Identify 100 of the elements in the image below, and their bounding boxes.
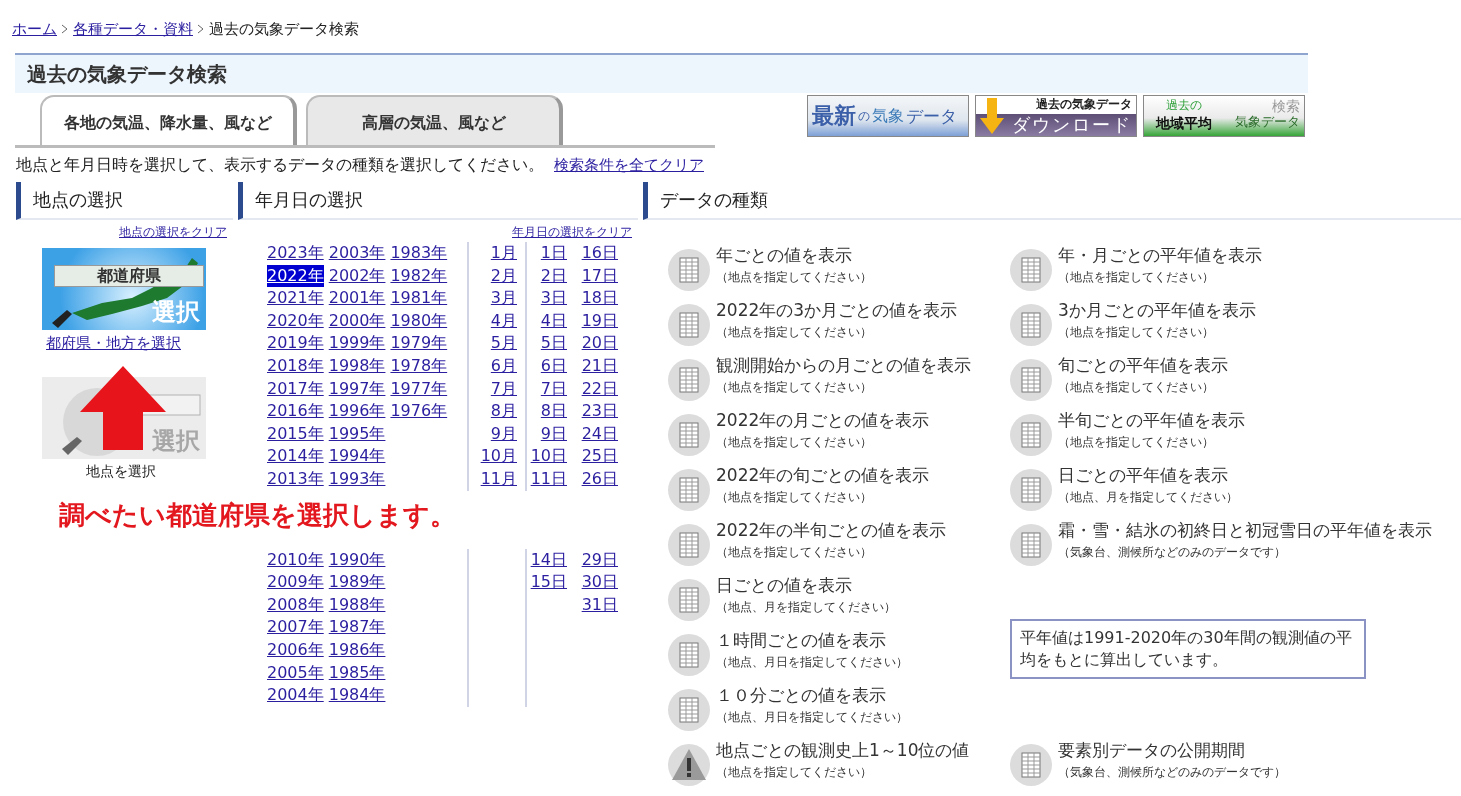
day-link[interactable]: 23日 (581, 400, 618, 423)
year-link[interactable]: 2013年 (267, 467, 324, 491)
year-link[interactable]: 2014年 (267, 445, 324, 468)
day-link[interactable]: 7日 (540, 377, 567, 401)
year-link[interactable]: 1994年 (328, 445, 386, 468)
year-link[interactable]: 1983年 (390, 242, 448, 265)
clear-all-link[interactable]: 検索条件を全てクリア (554, 155, 704, 175)
day-link[interactable]: 11日 (530, 467, 567, 491)
year-link[interactable]: 2015年 (267, 422, 324, 446)
year-link[interactable]: 2021年 (267, 287, 324, 310)
data-type-link[interactable]: 3か月ごとの平年値を表示 (1058, 299, 1256, 321)
year-link[interactable]: 1999年 (328, 332, 386, 355)
year-link[interactable]: 2020年 (267, 309, 324, 333)
year-link[interactable]: 2022年 (267, 264, 324, 288)
data-type-link[interactable]: 霜・雪・結氷の初終日と初冠雪日の平年値を表示 (1058, 519, 1432, 541)
data-type-link[interactable]: 観測開始からの月ごとの値を表示 (716, 354, 971, 376)
data-type-link[interactable]: 半旬ごとの平年値を表示 (1058, 409, 1245, 431)
data-type-link[interactable]: 年・月ごとの平年値を表示 (1058, 244, 1262, 266)
year-link[interactable]: 1993年 (328, 467, 386, 491)
year-link[interactable]: 2004年 (267, 684, 324, 707)
year-link[interactable]: 2023年 (267, 242, 324, 265)
year-link[interactable]: 1986年 (328, 638, 386, 662)
day-link[interactable]: 2日 (540, 264, 567, 288)
data-type-link[interactable]: 年ごとの値を表示 (716, 244, 872, 266)
year-link[interactable]: 1996年 (328, 400, 386, 423)
day-link[interactable]: 22日 (581, 377, 618, 401)
year-link[interactable]: 1995年 (328, 422, 386, 446)
year-link[interactable]: 1997年 (328, 377, 386, 401)
year-link[interactable]: 2010年 (267, 548, 324, 572)
year-link[interactable]: 1978年 (390, 354, 448, 378)
data-type-link[interactable]: 地点ごとの観測史上1～10位の値 (716, 739, 970, 761)
data-type-link[interactable]: １時間ごとの値を表示 (716, 629, 908, 651)
year-link[interactable]: 1981年 (390, 287, 448, 310)
day-link[interactable]: 3日 (540, 287, 567, 310)
year-link[interactable]: 2007年 (267, 616, 324, 639)
month-link[interactable]: 1月 (490, 242, 517, 265)
day-link[interactable]: 5日 (540, 332, 567, 355)
month-link[interactable]: 6月 (490, 354, 517, 378)
data-type-link[interactable]: 日ごとの平年値を表示 (1058, 464, 1238, 486)
data-type-link[interactable]: 2022年の半旬ごとの値を表示 (716, 519, 947, 541)
day-link[interactable]: 10日 (530, 445, 567, 468)
day-link[interactable]: 9日 (540, 422, 567, 446)
month-link[interactable]: 9月 (490, 422, 517, 446)
tab[interactable]: 各地の気温、降水量、風など (40, 95, 297, 145)
year-link[interactable]: 1985年 (328, 661, 386, 685)
year-link[interactable]: 2006年 (267, 638, 324, 662)
data-type-link[interactable]: 2022年の3か月ごとの値を表示 (716, 299, 958, 321)
prefecture-link[interactable]: 都府県・地方を選択 (46, 334, 181, 353)
clear-date-link[interactable]: 年月日の選択をクリア (512, 224, 632, 242)
year-link[interactable]: 2002年 (328, 264, 386, 288)
data-type-link[interactable]: 要素別データの公開期間 (1058, 739, 1286, 761)
day-link[interactable]: 29日 (581, 548, 618, 572)
data-type-link[interactable]: 旬ごとの平年値を表示 (1058, 354, 1228, 376)
year-link[interactable]: 1987年 (328, 616, 386, 639)
day-link[interactable]: 21日 (581, 354, 618, 378)
year-link[interactable]: 2016年 (267, 400, 324, 423)
year-link[interactable]: 1988年 (328, 593, 386, 617)
prefecture-select-button[interactable]: 都道府県 選択 (42, 248, 206, 330)
year-link[interactable]: 1990年 (328, 548, 386, 572)
year-link[interactable]: 2018年 (267, 354, 324, 378)
data-type-link[interactable]: １０分ごとの値を表示 (716, 684, 908, 706)
banner-button[interactable]: 過去の 検索 地域平均 気象データ (1143, 95, 1305, 137)
year-link[interactable]: 2000年 (328, 309, 386, 333)
month-link[interactable]: 5月 (490, 332, 517, 355)
day-link[interactable]: 6日 (540, 354, 567, 378)
year-link[interactable]: 1984年 (328, 684, 386, 707)
day-link[interactable]: 4日 (540, 309, 567, 333)
year-link[interactable]: 2005年 (267, 661, 324, 685)
day-link[interactable]: 31日 (581, 593, 618, 617)
tab[interactable]: 高層の気温、風など (306, 95, 563, 145)
month-link[interactable]: 10月 (480, 445, 517, 468)
data-type-link[interactable]: 2022年の月ごとの値を表示 (716, 409, 930, 431)
day-link[interactable]: 24日 (581, 422, 618, 446)
day-link[interactable]: 30日 (581, 571, 618, 594)
year-link[interactable]: 1998年 (328, 354, 386, 378)
day-link[interactable]: 16日 (581, 242, 618, 265)
year-link[interactable]: 1989年 (328, 571, 386, 594)
data-type-link[interactable]: 日ごとの値を表示 (716, 574, 896, 596)
month-link[interactable]: 4月 (490, 309, 517, 333)
month-link[interactable]: 7月 (490, 377, 517, 401)
year-link[interactable]: 2001年 (328, 287, 386, 310)
month-link[interactable]: 3月 (490, 287, 517, 310)
year-link[interactable]: 2009年 (267, 571, 324, 594)
year-link[interactable]: 2008年 (267, 593, 324, 617)
day-link[interactable]: 14日 (530, 548, 567, 572)
month-link[interactable]: 2月 (490, 264, 517, 288)
data-type-link[interactable]: 2022年の旬ごとの値を表示 (716, 464, 930, 486)
banner-button[interactable]: 過去の気象データ ダウンロード (975, 95, 1137, 137)
day-link[interactable]: 1日 (540, 242, 567, 265)
month-link[interactable]: 8月 (490, 400, 517, 423)
year-link[interactable]: 2017年 (267, 377, 324, 401)
breadcrumb-link[interactable]: ホーム (12, 19, 57, 39)
day-link[interactable]: 17日 (581, 264, 618, 288)
year-link[interactable]: 1977年 (390, 377, 448, 401)
breadcrumb-link[interactable]: 各種データ・資料 (73, 19, 193, 39)
year-link[interactable]: 1982年 (390, 264, 448, 288)
day-link[interactable]: 15日 (530, 571, 567, 594)
day-link[interactable]: 19日 (581, 309, 618, 333)
year-link[interactable]: 2003年 (328, 242, 386, 265)
day-link[interactable]: 26日 (581, 467, 618, 491)
